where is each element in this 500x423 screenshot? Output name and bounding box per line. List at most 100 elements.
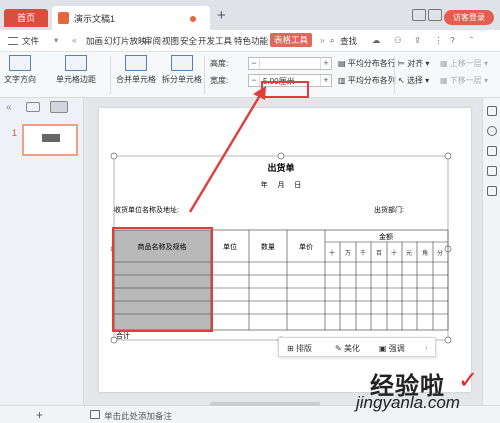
total-label: 合计 [116,331,130,340]
move-up-label: 上移一层 [449,59,482,68]
col-unit: 单位 [223,242,237,251]
width-increase-button[interactable]: + [320,75,331,86]
presentation-icon [58,12,69,24]
split-cells-button[interactable]: 拆分单元格 [162,55,202,85]
emphasize-label: 强调 [388,344,405,353]
menu-icon[interactable] [8,37,18,45]
ribbon-divider [110,56,111,94]
menu-scroll-right-icon[interactable]: » [320,35,325,45]
height-increase-button[interactable]: + [320,58,331,69]
height-label: 高度: [210,59,229,68]
share-icon[interactable]: ⇪ [414,35,421,46]
distribute-cols-label: 平均分布各列 [347,76,396,85]
height-decrease-button[interactable]: − [249,58,260,69]
ribbon-divider [204,56,205,94]
digit-hundred: 百 [376,250,382,257]
merge-cells-icon [125,55,147,71]
move-up-button[interactable]: ▦ 上移一层 ▾ [440,58,488,69]
menu-search[interactable]: 查找 [340,35,357,47]
text-direction-button[interactable]: 文字方向 [4,55,36,85]
merge-cells-button[interactable]: 合并单元格 [116,55,156,85]
layout-label: 排版 [295,344,312,353]
menu-special-features[interactable]: 特色功能 [234,35,268,47]
add-slide-icon[interactable]: + [36,408,43,422]
watermark-url: jingyanla.com [356,393,460,412]
more-icon[interactable]: ⋮ [434,35,443,46]
unsaved-dot-icon [190,16,196,22]
cell-margin-button[interactable]: 单元格边距 [56,55,96,85]
notes-placeholder[interactable]: 单击此处添加备注 [104,410,172,422]
menu-review[interactable]: 审阅 [144,35,161,47]
title-bar: 首页 演示文稿1 + 访客登录 [0,0,500,30]
menu-scroll-left-icon[interactable]: « [72,35,77,45]
shape-icon[interactable] [487,166,497,176]
width-decrease-button[interactable]: − [249,75,260,86]
thumbnail-view-icon[interactable] [50,101,68,113]
emphasize-button[interactable]: ▣ 强调 [379,343,405,354]
design-icon[interactable] [487,126,497,136]
slide-canvas: 出货单 年 月 日 收货单位名称及地址: 出货部门: 商品名称及规格 单位 数量… [85,98,482,405]
move-down-button[interactable]: ▦ 下移一层 ▾ [440,75,488,86]
watermark-check-icon: ✓ [458,367,479,394]
split-cells-label: 拆分单元格 [162,75,202,84]
collab-icon[interactable]: ⚇ [394,35,402,46]
col-qty: 数量 [261,242,275,251]
chevron-down-icon[interactable]: ▾ [54,35,58,46]
menu-security[interactable]: 安全 [180,35,197,47]
menu-file[interactable]: 文件 [22,35,39,47]
height-input[interactable]: − + [248,57,332,70]
help-icon[interactable]: ? [450,35,455,45]
dept-label: 出货部门: [374,205,404,214]
slide-number: 1 [12,128,18,138]
digit-yuan: 元 [406,250,412,257]
digit-thousand: 千 [360,249,366,257]
digit-tens: 十 [391,249,397,257]
menu-slideshow[interactable]: 幻灯片放映 [104,35,147,47]
distribute-cols-button[interactable]: ▥ 平均分布各列 [338,75,396,86]
beautify-button[interactable]: ✎ 美化 [335,343,360,354]
merge-cells-label: 合并单元格 [116,75,156,84]
digit-ten: 十 [329,249,335,257]
window-grid-icon[interactable] [428,9,442,21]
layout-button[interactable]: ⊞ 排版 [287,343,312,354]
menu-view[interactable]: 视图 [162,35,179,47]
select-label: 选择 [406,76,423,85]
menu-animation[interactable]: 加画 [86,35,103,47]
cloud-icon[interactable]: ☁ [372,35,381,46]
ribbon: 文字方向 单元格边距 合并单元格 拆分单元格 高度: − + 宽度: − 5.0… [0,52,500,98]
ribbon-divider [394,56,395,94]
search-icon[interactable]: ⌕ [330,35,335,46]
thumbnail-table [42,134,60,142]
window-layout-icon[interactable] [412,9,426,21]
animation-icon[interactable] [487,186,497,196]
slides-panel: « 1 + [0,98,84,420]
slide-thumbnail[interactable] [22,124,78,156]
cell-margin-icon [65,55,87,71]
text-direction-label: 文字方向 [4,75,36,84]
properties-icon[interactable] [487,106,497,116]
cell-margin-label: 单元格边距 [56,75,96,84]
add-tab-button[interactable]: + [217,8,226,23]
beautify-label: 美化 [343,344,360,353]
document-tab[interactable]: 演示文稿1 [52,6,210,30]
digit-ten-thousand: 万 [345,250,351,257]
copy-icon[interactable] [487,146,497,156]
visitor-login-button[interactable]: 访客登录 [444,10,494,25]
text-direction-icon [9,55,31,71]
digit-jiao: 角 [422,249,428,257]
align-button[interactable]: ⊨ 对齐 ▾ [398,58,429,69]
menu-table-tools[interactable]: 表格工具 [270,33,313,47]
collapse-panel-icon[interactable]: « [6,102,12,113]
menu-dev-tools[interactable]: 开发工具 [198,35,232,47]
distribute-rows-button[interactable]: ▤ 平均分布各行 [338,58,396,69]
horizontal-scrollbar[interactable] [210,402,320,406]
outline-view-icon[interactable] [26,102,40,112]
align-label: 对齐 [407,59,424,68]
home-tab[interactable]: 首页 [4,9,48,27]
menu-bar: 文件 ▾ « 加画 幻灯片放映 审阅 视图 安全 开发工具 特色功能 表格工具 … [0,30,500,52]
split-cells-icon [171,55,193,71]
col-amount: 金额 [379,232,393,241]
collapse-ribbon-icon[interactable]: ˆ [470,35,473,45]
chevron-right-icon[interactable]: › [425,343,428,352]
select-button[interactable]: ↖ 选择 ▾ [398,75,429,86]
